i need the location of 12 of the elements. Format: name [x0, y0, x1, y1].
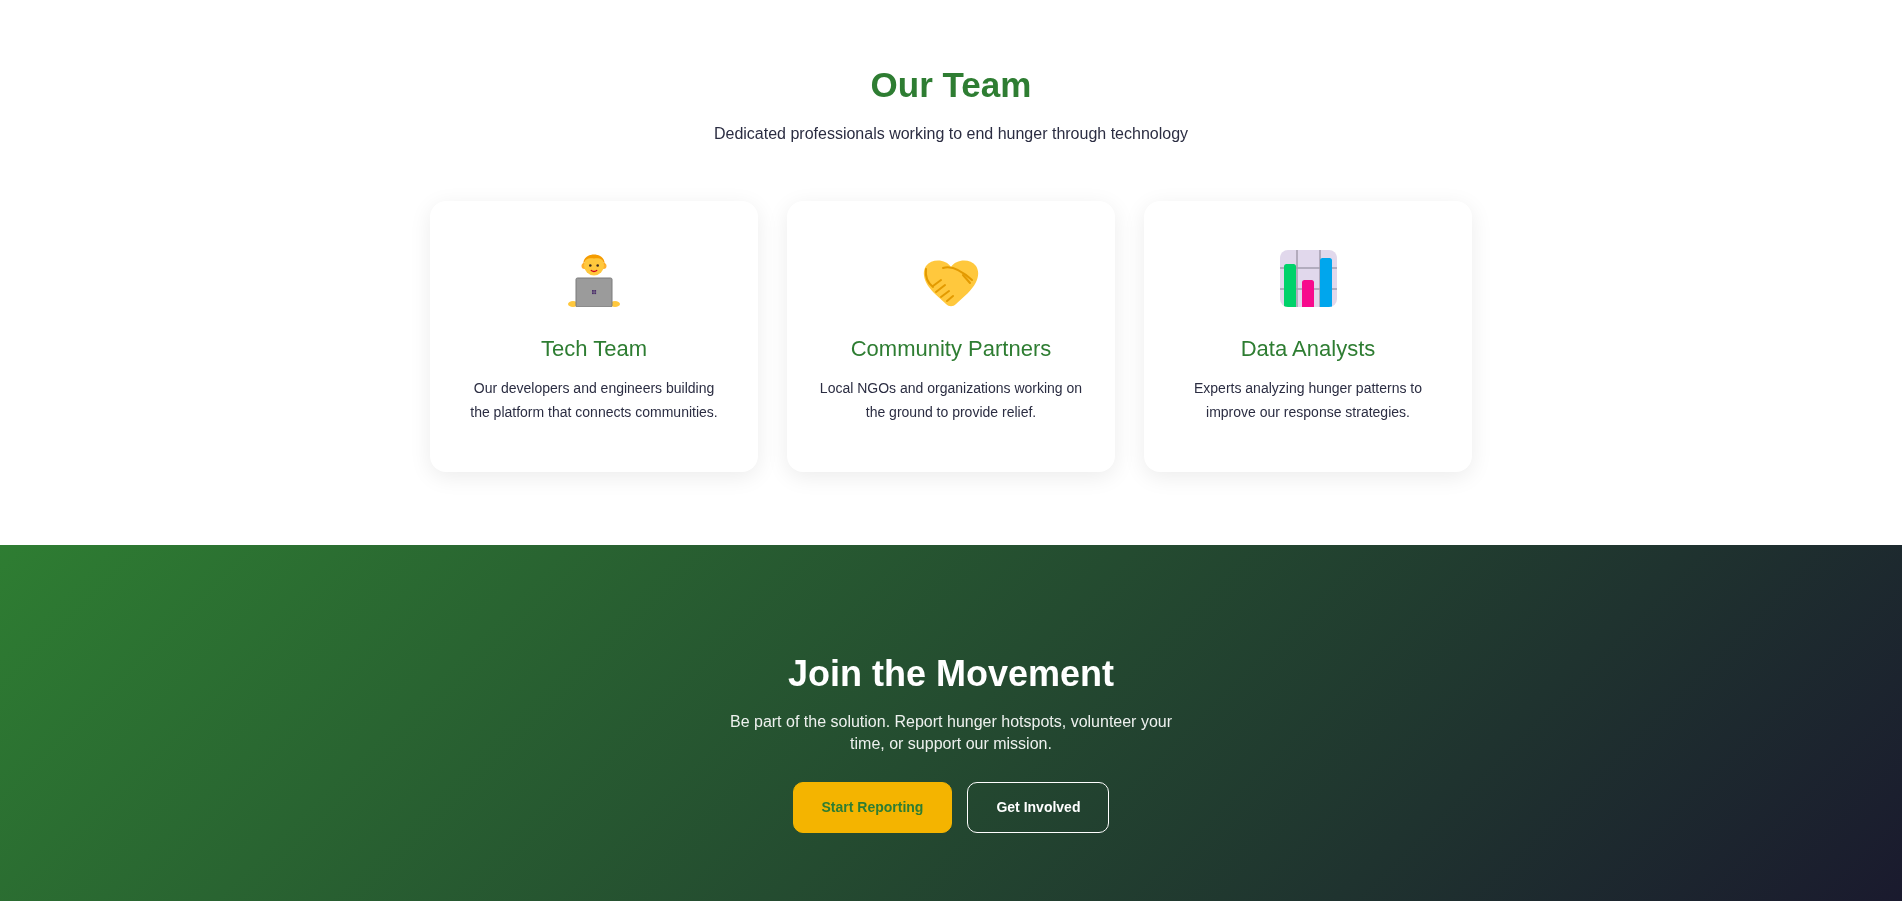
get-involved-button[interactable]: Get Involved [967, 782, 1110, 833]
section-subtitle: Dedicated professionals working to end hunger through technology [713, 124, 1189, 144]
bar-chart-icon [1279, 250, 1337, 307]
card-title: Tech Team [541, 335, 647, 363]
card-title: Data Analysts [1240, 335, 1376, 363]
card-title: Community Partners [850, 335, 1052, 363]
card-description: Local NGOs and organizations working on the ground to provide relief. [819, 379, 1083, 422]
cta-title: Join the Movement [787, 652, 1114, 695]
card-description: Our developers and engineers building the platform that connects communities. [469, 379, 719, 422]
card-description: Experts analyzing hunger patterns to improve our response strategies. [1193, 379, 1423, 422]
cta-text: Be part of the solution. Report hunger hotspots, volunteer your time, or support our mission. [728, 712, 1173, 754]
section-title: Our Team [870, 64, 1032, 106]
